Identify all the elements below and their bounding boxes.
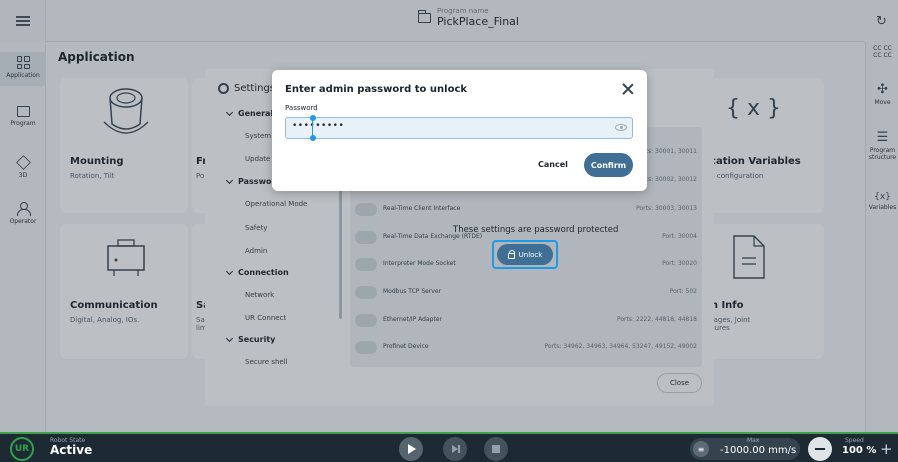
max-speed-value: -1000.00 mm/s — [720, 445, 797, 456]
play-icon — [408, 444, 416, 454]
robot-state[interactable]: Robot State Active — [50, 437, 93, 458]
step-icon — [452, 445, 460, 453]
speed-decrease-button[interactable] — [808, 437, 832, 461]
ur-logo: UR — [10, 437, 34, 461]
max-speed-label: Max — [747, 437, 760, 444]
speed-label: Speed — [845, 437, 864, 444]
lock-icon — [507, 249, 516, 259]
speed-increase-button[interactable]: + — [880, 440, 893, 458]
cancel-button[interactable]: Cancel — [538, 160, 568, 169]
unlock-label: Unlock — [518, 250, 543, 259]
stop-icon — [492, 445, 500, 453]
text-cursor[interactable] — [309, 115, 316, 141]
minus-icon — [815, 448, 825, 450]
password-modal: Enter admin password to unlock Password … — [272, 70, 647, 191]
modal-overlay — [0, 0, 898, 432]
protected-message: These settings are password protected — [453, 225, 619, 235]
speed-value: 100 % — [842, 445, 877, 456]
password-field-label: Password — [285, 104, 318, 112]
confirm-button[interactable]: Confirm — [584, 153, 633, 177]
status-bar: UR Robot State Active ≡ Max -1000.00 mm/… — [0, 432, 898, 462]
step-button[interactable] — [443, 437, 467, 461]
play-button[interactable] — [399, 437, 423, 461]
close-icon[interactable] — [621, 82, 635, 96]
password-input[interactable]: ••••••••• — [285, 117, 633, 139]
modal-title: Enter admin password to unlock — [285, 84, 468, 95]
robot-state-value: Active — [50, 443, 93, 458]
unlock-button[interactable]: Unlock — [497, 244, 553, 265]
stop-button[interactable] — [484, 437, 508, 461]
speed-slider-icon: ≡ — [693, 441, 709, 457]
eye-icon[interactable] — [615, 124, 627, 131]
